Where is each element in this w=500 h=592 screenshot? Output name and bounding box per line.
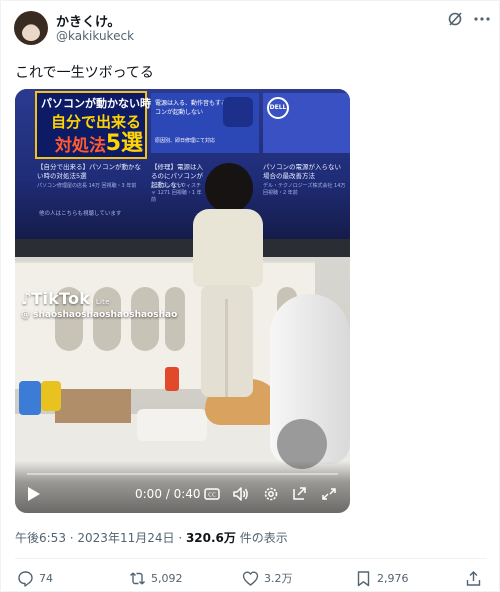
share-icon <box>466 570 481 586</box>
post-date[interactable]: 2023年11月24日 <box>77 531 174 545</box>
pop-out-icon[interactable] <box>291 486 309 502</box>
svg-text:CC: CC <box>208 493 216 499</box>
grok-icon[interactable] <box>447 11 463 27</box>
video-controls: 0:00 / 0:40 CC <box>15 461 350 513</box>
divider <box>15 558 487 559</box>
avatar[interactable] <box>14 11 48 45</box>
tweet-card: かきくけ。 @kakikukeck これで一生ツボってる パソコンが動かない時 … <box>0 0 500 592</box>
action-bar: 74 5,092 3.2万 2,976 <box>1 564 500 592</box>
video-thumbnail-3: DELL <box>263 93 350 153</box>
tiktok-icon: ♪ <box>21 289 32 308</box>
fullscreen-icon[interactable] <box>320 486 338 502</box>
like-button[interactable]: 3.2万 <box>242 564 293 592</box>
tiktok-watermark: ♪TikTok Lite @ shaoshaoshaoshaoshaoshao <box>21 289 178 320</box>
video-time: 0:00 / 0:40 <box>135 487 201 501</box>
child <box>205 163 253 213</box>
display-name[interactable]: かきくけ。 <box>56 11 120 30</box>
share-button[interactable] <box>465 564 482 592</box>
video-player[interactable]: パソコンが動かない時 自分で出来る 対処法 5選 電源は入る、動作音もするでもパ… <box>15 89 350 513</box>
dell-logo: DELL <box>267 97 289 119</box>
progress-bar[interactable] <box>27 473 338 475</box>
captions-icon[interactable]: CC <box>203 486 221 502</box>
video-thumbnail-2: 電源は入る、動作音もするでもパソコンが起動しない 原因別、即日修理にて対応 <box>151 93 259 153</box>
handle[interactable]: @kakikukeck <box>56 29 134 43</box>
more-options-icon[interactable] <box>473 11 491 27</box>
repost-button[interactable]: 5,092 <box>129 564 183 592</box>
video-thumbnail-1: パソコンが動かない時 自分で出来る 対処法 5選 <box>35 91 151 159</box>
heart-icon <box>242 571 259 586</box>
view-count: 320.6万 <box>185 531 236 545</box>
volume-icon[interactable] <box>232 486 250 502</box>
bookmark-button[interactable]: 2,976 <box>355 564 409 592</box>
tweet-text: これで一生ツボってる <box>15 65 154 81</box>
tv-screen: パソコンが動かない時 自分で出来る 対処法 5選 電源は入る、動作音もするでもパ… <box>15 89 350 239</box>
tweet-meta: 午後6:53 · 2023年11月24日 · 320.6万 件の表示 <box>15 531 288 545</box>
repost-icon <box>130 572 145 584</box>
post-time[interactable]: 午後6:53 <box>15 531 66 545</box>
reply-icon <box>18 570 33 587</box>
bookmark-icon <box>357 570 370 586</box>
reply-button[interactable]: 74 <box>17 564 53 592</box>
settings-icon[interactable] <box>262 486 280 502</box>
play-icon[interactable] <box>27 486 41 502</box>
